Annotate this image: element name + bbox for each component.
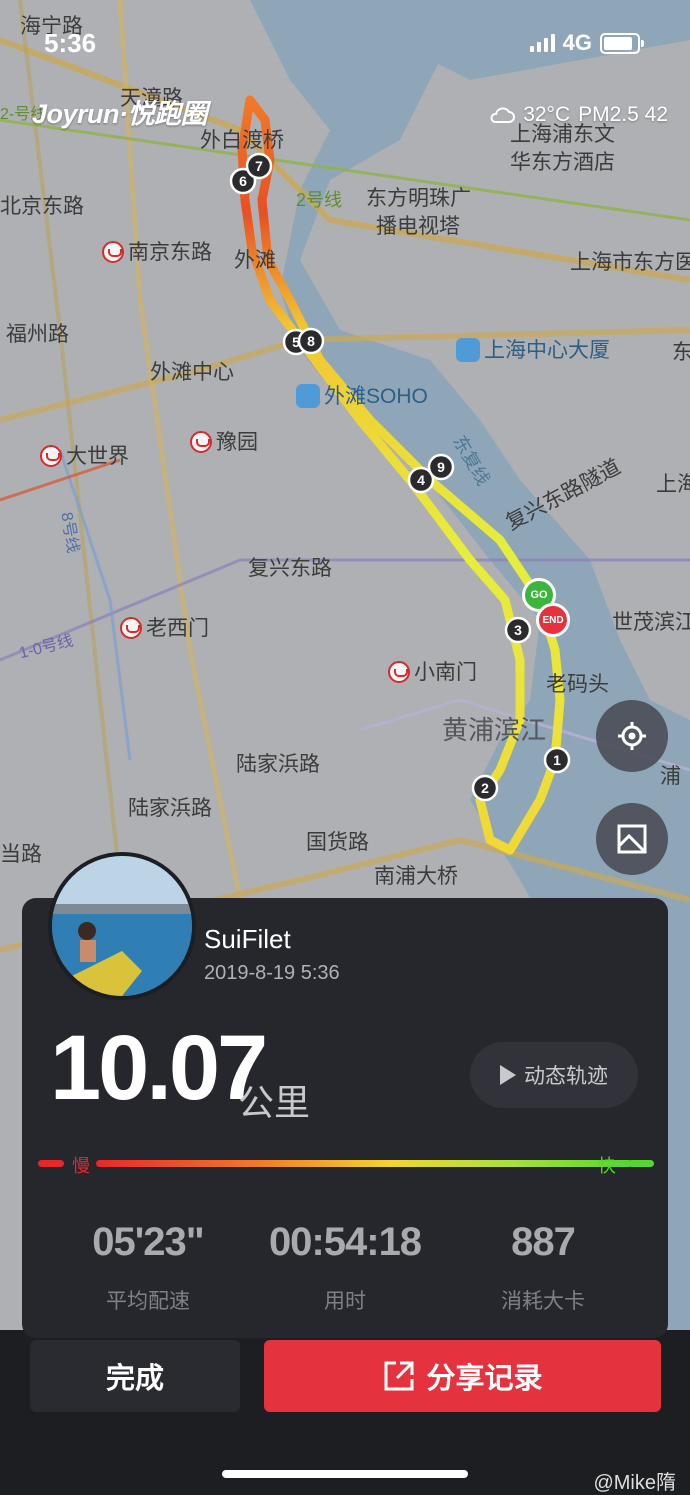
- done-button[interactable]: 完成: [30, 1340, 240, 1412]
- map-label: 外滩中心: [150, 361, 234, 384]
- status-bar: 5:36 4G: [0, 0, 690, 80]
- stat-duration: 00:54:18 用时: [245, 1220, 445, 1315]
- share-label: 分享记录: [426, 1363, 543, 1395]
- speed-fast-label: 快: [598, 1156, 616, 1176]
- map-label-metro: 豫园: [190, 426, 258, 456]
- stat-calories: 887 消耗大卡: [443, 1220, 643, 1315]
- map-label: 外滩: [234, 249, 276, 272]
- end-marker: END: [536, 603, 570, 637]
- image-icon: [617, 824, 647, 854]
- distance-value: 10.07: [50, 1017, 268, 1119]
- stat-label: 消耗大卡: [501, 1290, 585, 1313]
- map-label: 东方明珠广: [366, 187, 471, 210]
- building-icon: [456, 338, 480, 362]
- map-label-landmark: 外滩SOHO: [296, 380, 428, 410]
- map-label: 老码头: [546, 673, 609, 696]
- speed-slow-label: 慢: [72, 1156, 90, 1176]
- stat-pace: 05'23" 平均配速: [48, 1220, 248, 1315]
- map-label: 播电视塔: [376, 215, 460, 238]
- map-label: 2号线: [296, 190, 343, 210]
- building-icon: [296, 384, 320, 408]
- temperature: 32°C: [523, 103, 571, 126]
- cellular-signal-icon: [529, 34, 555, 52]
- locate-button[interactable]: [596, 700, 668, 772]
- map-label-metro: 大世界: [40, 440, 129, 470]
- map-label: 华东方酒店: [510, 151, 615, 174]
- map-label: 南浦大桥: [374, 865, 458, 888]
- avatar-photo: [52, 856, 192, 996]
- map-label-metro: 南京东路: [102, 236, 212, 266]
- metro-icon: [388, 661, 410, 683]
- speed-legend: 慢 快: [38, 1152, 654, 1176]
- speed-gradient: [96, 1160, 632, 1167]
- stat-value: 887: [511, 1220, 576, 1264]
- map-label-metro: 小南门: [388, 656, 477, 686]
- map-label-landmark: 上海中心大厦: [456, 334, 610, 364]
- map-label-metro: 老西门: [120, 612, 209, 642]
- home-indicator[interactable]: [222, 1470, 468, 1478]
- map-style-button[interactable]: [596, 803, 668, 875]
- map-label: 复兴东路: [248, 557, 332, 580]
- crosshair-icon: [618, 722, 646, 750]
- map-label: 浦: [660, 765, 681, 788]
- map-label: 上海: [656, 473, 690, 496]
- status-indicators: 4G: [529, 30, 644, 56]
- map-label: 陆家浜路: [236, 753, 320, 776]
- run-datetime: 2019-8-19 5:36: [204, 962, 340, 984]
- app-logo: Joyrun·悦跑圈: [32, 99, 208, 129]
- map-label: 黄浦滨江: [442, 715, 547, 745]
- map-label: 东: [672, 341, 690, 364]
- metro-icon: [102, 241, 124, 263]
- avatar[interactable]: [48, 852, 196, 1000]
- stat-label: 平均配速: [106, 1290, 190, 1313]
- share-record-button[interactable]: 分享记录: [264, 1340, 661, 1412]
- map-label: 世茂滨江: [612, 611, 690, 634]
- metro-icon: [190, 431, 212, 453]
- replay-track-button[interactable]: 动态轨迹: [470, 1042, 638, 1108]
- watermark: @Mike隋: [593, 1472, 676, 1494]
- battery-icon: [600, 32, 644, 54]
- map-label: 当路: [0, 843, 42, 866]
- map-label: 北京东路: [0, 195, 84, 218]
- username: SuiFilet: [204, 924, 291, 954]
- speed-legend-fast-line: [628, 1160, 654, 1167]
- map-label: 国货路: [306, 831, 369, 854]
- stat-value: 05'23": [92, 1220, 204, 1264]
- metro-icon: [120, 617, 142, 639]
- stat-label: 用时: [324, 1290, 366, 1313]
- map-label: 上海市东方医: [570, 251, 690, 274]
- map-label: 福州路: [6, 323, 69, 346]
- speed-legend-slow-line: [38, 1160, 64, 1167]
- share-icon: [384, 1361, 414, 1391]
- metro-icon: [40, 445, 62, 467]
- map-label: 陆家浜路: [128, 797, 212, 820]
- weather-widget: 32°C PM2.5 42: [489, 103, 668, 127]
- stat-value: 00:54:18: [268, 1220, 422, 1264]
- network-type: 4G: [562, 30, 592, 55]
- distance-unit: 公里: [238, 1082, 311, 1123]
- replay-label: 动态轨迹: [524, 1065, 608, 1088]
- cloud-icon: [490, 107, 516, 123]
- air-quality: PM2.5 42: [578, 103, 668, 126]
- status-time: 5:36: [44, 28, 97, 58]
- play-icon: [500, 1065, 516, 1085]
- map-label: 外白渡桥: [200, 129, 284, 152]
